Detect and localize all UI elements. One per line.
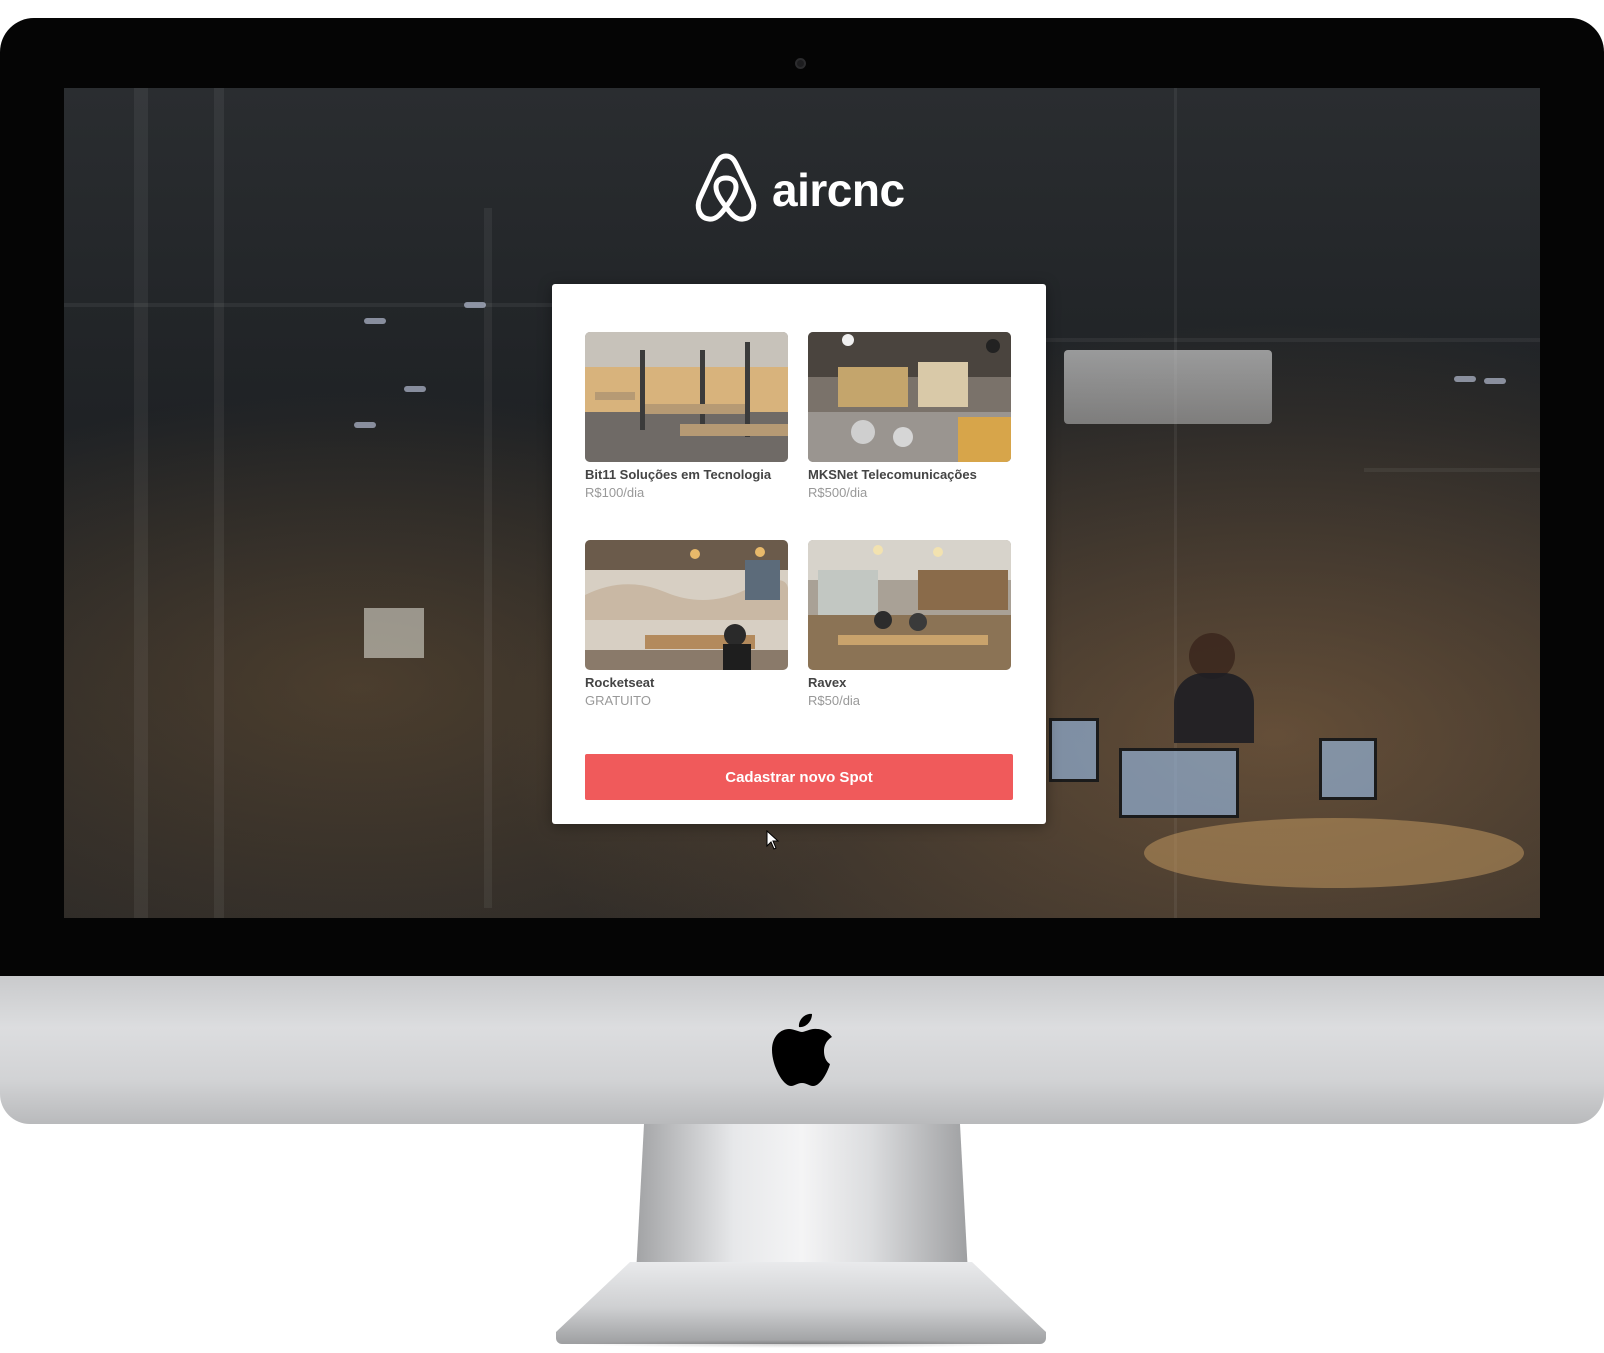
spot-item[interactable]: Ravex R$50/dia <box>808 540 1011 748</box>
mouse-cursor-icon <box>766 829 780 850</box>
monitor-stand-neck <box>636 1124 968 1274</box>
imac-mockup: aircnc Bit11 Soluções em Tecnologia R$10… <box>0 0 1604 1353</box>
spot-price: GRATUITO <box>585 693 651 708</box>
dashboard-card: Bit11 Soluções em Tecnologia R$100/dia M… <box>552 284 1046 824</box>
monitor-stand-foot <box>556 1262 1046 1344</box>
app-logo: aircnc <box>694 150 905 230</box>
spot-list: Bit11 Soluções em Tecnologia R$100/dia M… <box>585 332 1013 748</box>
stand-shadow <box>570 1340 1032 1348</box>
spot-thumbnail <box>585 332 788 462</box>
logo-wordmark: aircnc <box>772 164 905 216</box>
spot-item[interactable]: Rocketseat GRATUITO <box>585 540 788 748</box>
spot-company: MKSNet Telecomunicações <box>808 467 977 482</box>
spot-price: R$500/dia <box>808 485 868 500</box>
apple-icon <box>768 1010 836 1088</box>
spot-item[interactable]: Bit11 Soluções em Tecnologia R$100/dia <box>585 332 788 540</box>
webcam <box>795 58 806 69</box>
airbnb-belo-icon <box>694 152 758 229</box>
spot-price: R$50/dia <box>808 693 861 708</box>
new-spot-button[interactable]: Cadastrar novo Spot <box>585 754 1013 800</box>
spot-item[interactable]: MKSNet Telecomunicações R$500/dia <box>808 332 1011 540</box>
app-screen: aircnc Bit11 Soluções em Tecnologia R$10… <box>64 88 1540 918</box>
spot-price: R$100/dia <box>585 485 645 500</box>
spot-thumbnail <box>808 332 1011 462</box>
spot-company: Bit11 Soluções em Tecnologia <box>585 467 772 482</box>
spot-company: Rocketseat <box>585 675 655 690</box>
spot-company: Ravex <box>808 675 847 690</box>
spot-thumbnail <box>585 540 788 670</box>
spot-thumbnail <box>808 540 1011 670</box>
